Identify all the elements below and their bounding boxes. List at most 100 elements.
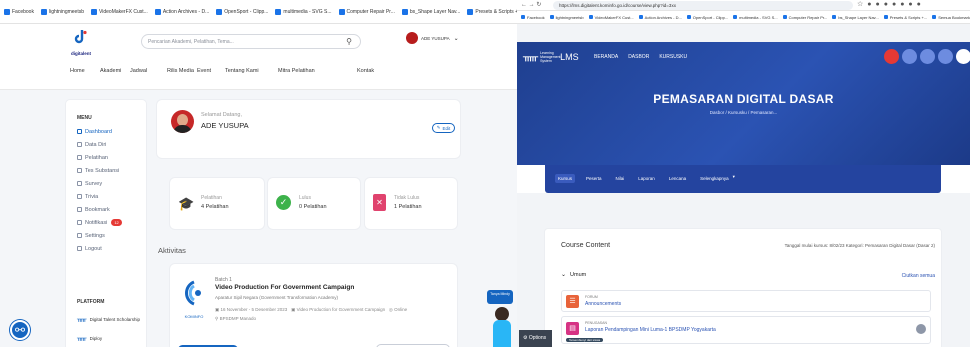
nav-item-tentang-kami[interactable]: Tentang Kami [225, 68, 259, 74]
nav-item-rilis-media[interactable]: Rilis Media [167, 68, 194, 74]
bookmark-favicon-icon [154, 8, 161, 15]
dts-logo-icon: ᚅ [77, 316, 87, 323]
platform-item-dts[interactable]: ᚅ Digital Talent Scholarship [77, 315, 140, 323]
tab-kursus[interactable]: Kursus [555, 174, 576, 183]
lms-logo[interactable]: ᚅ Learning Management System LMS [523, 50, 579, 64]
tes-substansi-icon [77, 168, 82, 173]
sidebar-item-data-diri[interactable]: Data Diri [77, 138, 143, 151]
bookmarks-bar-right: Facebook lightningmeetsb VideoMakerFX Cust… [517, 11, 970, 24]
activity-card[interactable]: KOMINFO Batch 1 Video Production For Gov… [170, 264, 457, 347]
bookmark-item[interactable]: multimedia - SVG S... [733, 15, 778, 20]
sidebar: MENU Dashboard Data Diri Pelatihan Tes Subs… [66, 100, 146, 347]
bookmark-favicon-icon [467, 8, 474, 15]
bookmark-favicon-icon [549, 15, 554, 19]
course-tabs: Kursus Peserta Nilai Laporan Lencana Selengka… [545, 165, 941, 193]
course-content-card: Course Content Tanggal mulai kursus: 8/0… [545, 229, 941, 347]
bookmark-favicon-icon [932, 15, 937, 19]
message-icon[interactable] [920, 49, 935, 64]
nav-item-event[interactable]: Event [197, 68, 211, 74]
online-icon: ◎ [388, 307, 393, 312]
survey-icon [77, 181, 82, 186]
digitalent-window: Facebook lightningmeetsb VideoMakerFX Cust… [0, 0, 517, 347]
bookmark-icon [77, 207, 82, 212]
language-flag-icon[interactable] [884, 49, 899, 64]
logo-icon [74, 30, 87, 44]
gear-icon: ⚙ [523, 335, 528, 341]
bookmark-item[interactable]: VideoMakerFX Cust... [91, 8, 148, 15]
bookmark-item[interactable]: Action Archives - D... [638, 15, 682, 20]
sidebar-item-trivia[interactable]: Trivia [77, 190, 143, 203]
bookmark-item[interactable]: OpenSport - Clipp... [216, 8, 268, 15]
bookmark-item[interactable]: bs_Shape Layer Nav... [401, 8, 460, 15]
lms-nav-kursusku[interactable]: KURSUSKU [659, 54, 687, 60]
lms-nav: BERANDA DASBOR KURSUSKU [594, 54, 687, 60]
check-circle-icon: ✓ [276, 195, 291, 210]
address-bar[interactable]: https://lms.digitalent.kominfo.go.id/cou… [553, 1, 853, 10]
bookmark-item[interactable]: lightningmeetsb [549, 15, 584, 20]
bookmark-item[interactable]: lightningmeetsb [40, 8, 84, 15]
bookmark-item[interactable]: Computer Repair Pr... [338, 8, 395, 15]
bookmark-item[interactable]: OpenSport - Clipp... [686, 15, 728, 20]
sidebar-item-pelatihan[interactable]: Pelatihan [77, 151, 143, 164]
nav-item-home[interactable]: Home [70, 68, 85, 74]
chevron-down-icon: ⌄ [453, 35, 459, 42]
tab-peserta[interactable]: Peserta [583, 174, 605, 183]
sidebar-item-notifikasi[interactable]: Notifikasi 12 [77, 216, 143, 229]
stat-card-pelatihan: 🎓 Pelatihan 4 Pelatihan [170, 178, 264, 229]
bookmark-item[interactable]: Presets & Scripts +... [467, 8, 517, 15]
activity-item-assignment[interactable]: ▤ PENUGASAN Laporan Pendampingan Mini Lu… [561, 316, 931, 344]
bookmark-favicon-icon [686, 15, 691, 19]
bookmark-item[interactable]: Action Archives - D... [154, 8, 209, 15]
search-input[interactable]: Pencarian Akademi, Pelatihan, Tema... ⚲ [141, 34, 361, 49]
tab-laporan[interactable]: Laporan [635, 174, 658, 183]
platform-item-diploy[interactable]: ᚅ Diploy [77, 334, 102, 342]
nav-item-kontak[interactable]: Kontak [357, 68, 374, 74]
lms-nav-dasbor[interactable]: DASBOR [628, 54, 649, 60]
site-header: digitalent Pencarian Akademi, Pelatihan,… [0, 24, 517, 90]
nav-item-mitra-pelatihan[interactable]: Mitra Pelatihan [278, 68, 315, 74]
bookmark-item[interactable]: Presets & Scripts +... [883, 15, 927, 20]
bookmark-item[interactable]: Semua Bookmark [932, 15, 970, 20]
digitalent-logo[interactable]: digitalent [68, 30, 94, 56]
sidebar-item-tes-substansi[interactable]: Tes Substansi [77, 164, 143, 177]
collapse-all-link[interactable]: Ciutkan semua [902, 273, 935, 279]
tab-nilai[interactable]: Nilai [613, 174, 628, 183]
bookmark-item[interactable]: Facebook [521, 15, 545, 20]
nav-item-jadwal[interactable]: Jadwal [130, 68, 147, 74]
pelatihan-icon [77, 155, 82, 160]
user-avatar[interactable] [956, 49, 970, 64]
bookmark-favicon-icon [521, 15, 525, 19]
browser-extension-icons[interactable]: ☆●●●●●●● [857, 0, 925, 8]
edit-profile-button[interactable]: ✎ Edit [432, 123, 455, 133]
lms-header: ᚅ Learning Management System LMS BERANDA… [517, 42, 970, 165]
bookmark-item[interactable]: Computer Repair Pr... [782, 15, 827, 20]
tab-lencana[interactable]: Lencana [666, 174, 689, 183]
bookmark-item[interactable]: multimedia - SVG S... [275, 8, 332, 15]
fail-document-icon: ✕ [373, 194, 386, 211]
activity-item-forum[interactable]: ☰ FORUM Announcements [561, 290, 931, 312]
tab-selengkapnya[interactable]: Selengkapnya [697, 174, 732, 183]
bookmark-favicon-icon [733, 15, 738, 19]
sidebar-item-bookmark[interactable]: Bookmark [77, 203, 143, 216]
user-menu[interactable]: ADE YUSUPA ⌄ [406, 32, 459, 44]
bookmark-item[interactable]: bs_Shape Layer Nav... [832, 15, 879, 20]
notification-icon[interactable] [902, 49, 917, 64]
lms-nav-beranda[interactable]: BERANDA [594, 54, 618, 60]
sidebar-item-logout[interactable]: Logout [77, 242, 143, 255]
bookmark-favicon-icon [588, 15, 593, 19]
accessibility-button[interactable]: ⚯ [10, 320, 30, 340]
browser-nav-icons[interactable]: ← → ↻ [521, 1, 541, 8]
bookmark-item[interactable]: Facebook [4, 8, 34, 15]
section-umum-toggle[interactable]: ⌄ Umum [561, 271, 586, 279]
more-options-icon[interactable] [916, 324, 926, 334]
logout-icon [77, 246, 82, 251]
nav-item-akademi[interactable]: Akademi [100, 68, 121, 74]
sidebar-item-survey[interactable]: Survey [77, 177, 143, 190]
settings-icon[interactable] [938, 49, 953, 64]
sidebar-item-settings[interactable]: Settings [77, 229, 143, 242]
tag-icon: ▣ [291, 307, 296, 312]
search-icon[interactable]: ⚲ [346, 37, 352, 46]
options-button[interactable]: ⚙ Options [519, 330, 552, 347]
sidebar-item-dashboard[interactable]: Dashboard [77, 125, 143, 138]
bookmark-item[interactable]: VideoMakerFX Cust... [588, 15, 634, 20]
